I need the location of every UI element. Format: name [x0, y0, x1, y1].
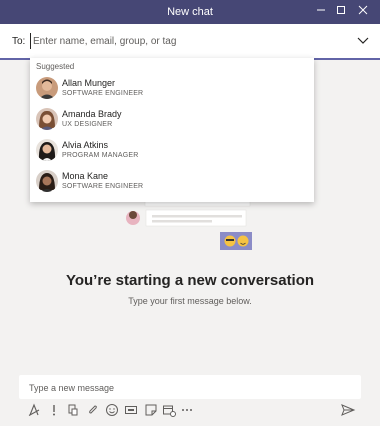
empty-state-subtitle: Type your first message below. [128, 296, 252, 306]
meet-icon[interactable] [162, 403, 176, 417]
person-name: Mona Kane [62, 171, 109, 181]
suggestion-item-amanda-brady[interactable]: Amanda Brady UX DESIGNER [30, 105, 314, 135]
sticker-icon[interactable] [144, 403, 158, 417]
message-input[interactable] [27, 380, 351, 396]
message-composer [19, 375, 361, 399]
urgent-icon[interactable] [47, 403, 61, 417]
person-name: Allan Munger [62, 78, 116, 88]
person-role: SOFTWARE ENGINEER [62, 183, 144, 190]
person-name: Amanda Brady [62, 109, 122, 119]
more-icon[interactable] [180, 403, 194, 417]
person-role: UX DESIGNER [62, 121, 113, 128]
send-icon[interactable] [340, 402, 356, 418]
avatar [36, 170, 58, 192]
suggestions-dropdown: Suggested Allan Munger SOFTWARE ENGINEER… [30, 58, 314, 202]
avatar [36, 77, 58, 99]
suggested-label: Suggested [36, 62, 75, 71]
suggestion-item-alvia-atkins[interactable]: Alvia Atkins PROGRAM MANAGER [30, 136, 314, 166]
format-icon[interactable] [27, 403, 41, 417]
emoji-icon[interactable] [105, 403, 119, 417]
gif-icon[interactable] [124, 403, 138, 417]
empty-state-title: You’re starting a new conversation [65, 272, 315, 289]
avatar [36, 139, 58, 161]
person-role: PROGRAM MANAGER [62, 152, 139, 159]
attach-icon[interactable] [66, 403, 80, 417]
suggestion-item-allan-munger[interactable]: Allan Munger SOFTWARE ENGINEER [30, 74, 314, 104]
person-name: Alvia Atkins [62, 140, 109, 150]
person-role: SOFTWARE ENGINEER [62, 90, 144, 97]
avatar [36, 108, 58, 130]
link-icon[interactable] [86, 403, 100, 417]
suggestion-item-mona-kane[interactable]: Mona Kane SOFTWARE ENGINEER [30, 167, 314, 197]
